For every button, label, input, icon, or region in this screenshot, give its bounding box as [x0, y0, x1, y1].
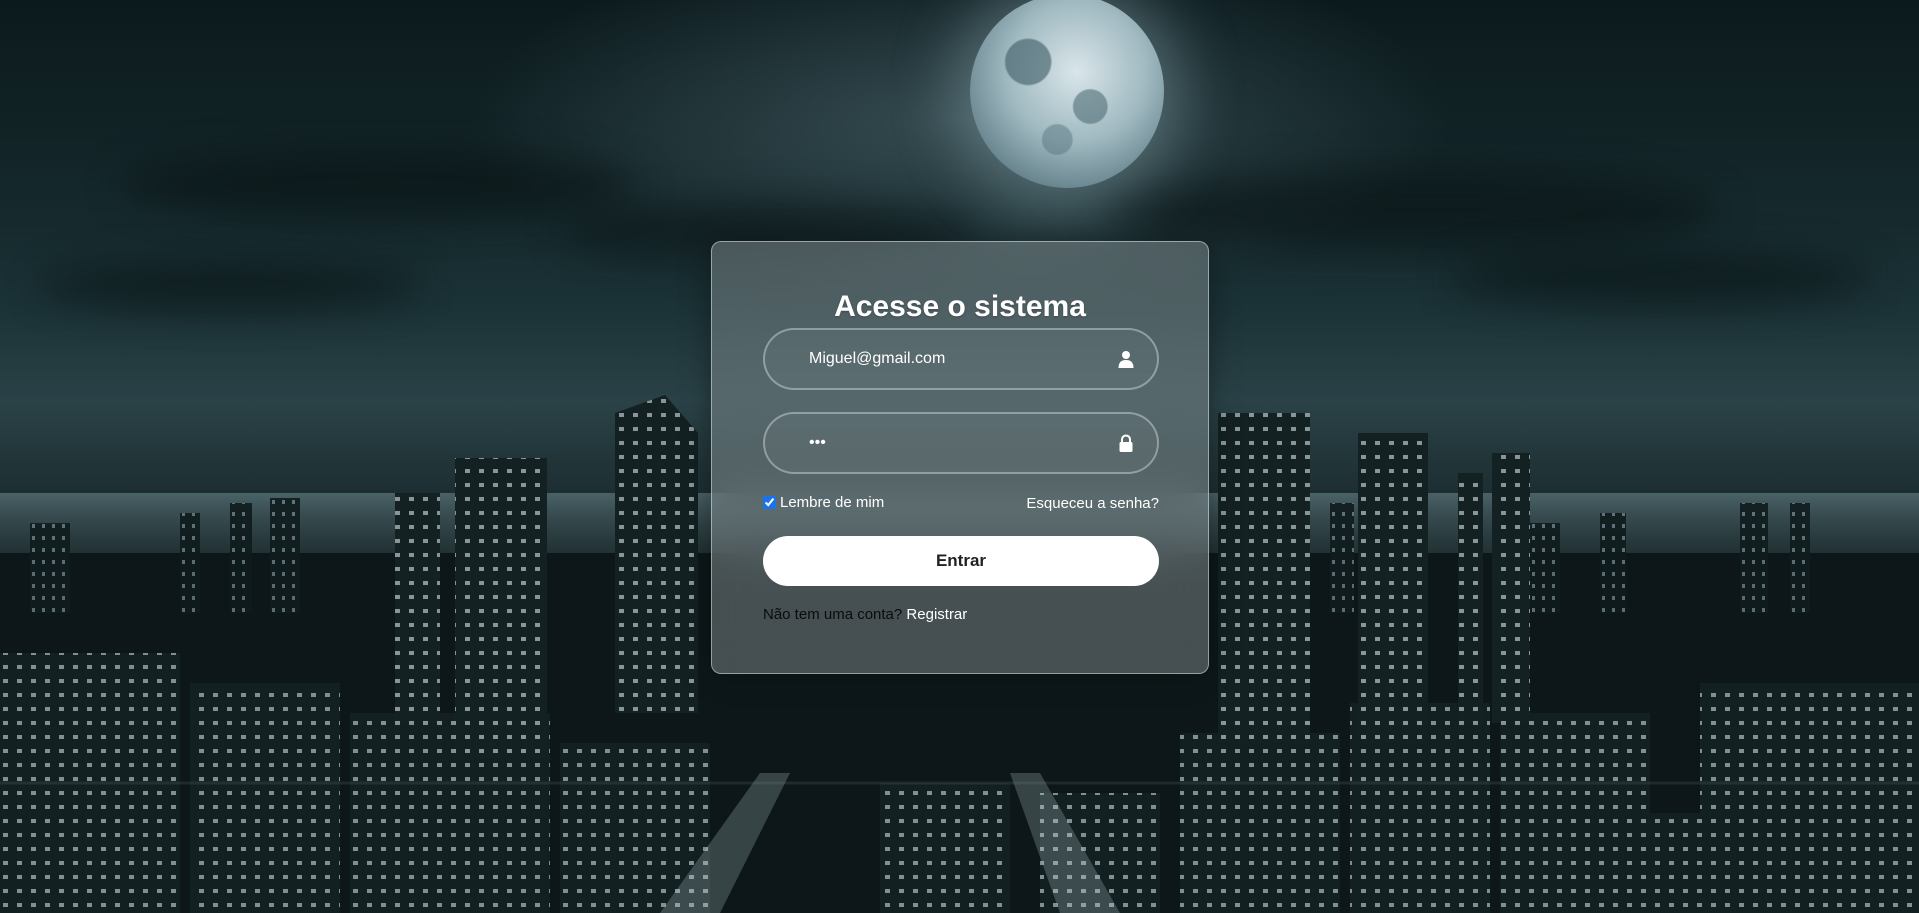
night-city-background: Acesse o sistema Lembre de mim Esqueceu …	[0, 0, 1919, 913]
forgot-password-link[interactable]: Esqueceu a senha?	[1026, 495, 1159, 512]
remember-me-text: Lembre de mim	[780, 494, 885, 511]
remember-me-checkbox[interactable]	[763, 496, 776, 509]
register-link[interactable]: Registrar	[906, 606, 967, 623]
remember-me-label[interactable]: Lembre de mim	[763, 494, 884, 511]
login-form: Acesse o sistema Lembre de mim Esqueceu …	[711, 241, 1209, 674]
cloud	[1450, 250, 1870, 305]
login-title: Acesse o sistema	[834, 290, 1086, 323]
email-input[interactable]	[809, 330, 1089, 388]
email-field[interactable]	[763, 328, 1159, 390]
cloud	[1100, 170, 1720, 250]
password-field[interactable]	[763, 412, 1159, 474]
remember-row: Lembre de mim Esqueceu a senha?	[763, 494, 1159, 516]
login-button[interactable]: Entrar	[763, 536, 1159, 586]
moon-image	[970, 0, 1164, 188]
lock-icon	[1119, 434, 1133, 452]
cloud	[40, 260, 420, 310]
user-icon	[1118, 351, 1134, 368]
password-input[interactable]	[809, 414, 1089, 472]
register-line: Não tem uma conta? Registrar	[763, 606, 967, 623]
register-prompt: Não tem uma conta?	[763, 606, 903, 623]
cloud	[120, 150, 640, 220]
